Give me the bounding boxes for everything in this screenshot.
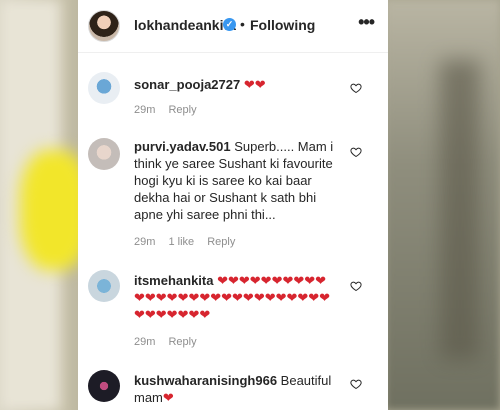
comments-card: lokhandeankita ✓ • Following ••• sonar_p… — [78, 0, 388, 410]
commenter-avatar[interactable] — [88, 270, 120, 302]
comment-item: purvi.yadav.501 Superb..... Mam i think … — [78, 128, 388, 253]
comment-time: 29m — [134, 236, 156, 248]
commenter-avatar[interactable] — [88, 72, 120, 104]
reply-button[interactable]: Reply — [207, 236, 235, 248]
author-avatar[interactable] — [88, 10, 120, 42]
comment-item: sonar_pooja2727 ❤❤ 29m Reply — [78, 62, 388, 122]
comment-body: kushwaharanisingh966 Beautiful mam❤ — [134, 372, 334, 406]
heart-icon[interactable] — [350, 82, 362, 94]
author-username[interactable]: lokhandeankita — [134, 17, 236, 33]
commenter-username[interactable]: itsmehankita — [134, 273, 213, 288]
commenter-username[interactable]: purvi.yadav.501 — [134, 139, 231, 154]
comment-item: itsmehankita ❤❤❤❤❤❤❤❤❤❤❤❤❤❤❤❤❤❤❤❤❤❤❤❤❤❤❤… — [78, 262, 388, 357]
comment-meta: 29m Reply — [134, 336, 207, 348]
comment-body: itsmehankita ❤❤❤❤❤❤❤❤❤❤❤❤❤❤❤❤❤❤❤❤❤❤❤❤❤❤❤… — [134, 272, 334, 323]
following-button[interactable]: Following — [250, 17, 315, 33]
comment-hearts: ❤ — [162, 390, 174, 405]
comment-item: kushwaharanisingh966 Beautiful mam❤ — [78, 362, 388, 410]
post-header: lokhandeankita ✓ • Following ••• — [78, 0, 388, 53]
comment-likes[interactable]: 1 like — [168, 236, 194, 248]
background-dark-area — [440, 60, 480, 360]
commenter-username[interactable]: sonar_pooja2727 — [134, 77, 240, 92]
more-options-icon[interactable]: ••• — [358, 12, 375, 33]
heart-icon[interactable] — [350, 378, 362, 390]
separator-dot: • — [240, 16, 245, 32]
heart-icon[interactable] — [350, 280, 362, 292]
commenter-avatar[interactable] — [88, 370, 120, 402]
comment-time: 29m — [134, 336, 156, 348]
comment-hearts: ❤❤ — [243, 77, 266, 92]
verified-icon: ✓ — [223, 18, 236, 31]
comment-body: purvi.yadav.501 Superb..... Mam i think … — [134, 138, 344, 223]
heart-icon[interactable] — [350, 146, 362, 158]
reply-button[interactable]: Reply — [168, 336, 196, 348]
commenter-avatar[interactable] — [88, 138, 120, 170]
comment-meta: 29m Reply — [134, 104, 207, 116]
comment-meta: 29m 1 like Reply — [134, 236, 245, 248]
reply-button[interactable]: Reply — [168, 104, 196, 116]
comment-body: sonar_pooja2727 ❤❤ — [134, 76, 344, 93]
commenter-username[interactable]: kushwaharanisingh966 — [134, 373, 277, 388]
comment-time: 29m — [134, 104, 156, 116]
